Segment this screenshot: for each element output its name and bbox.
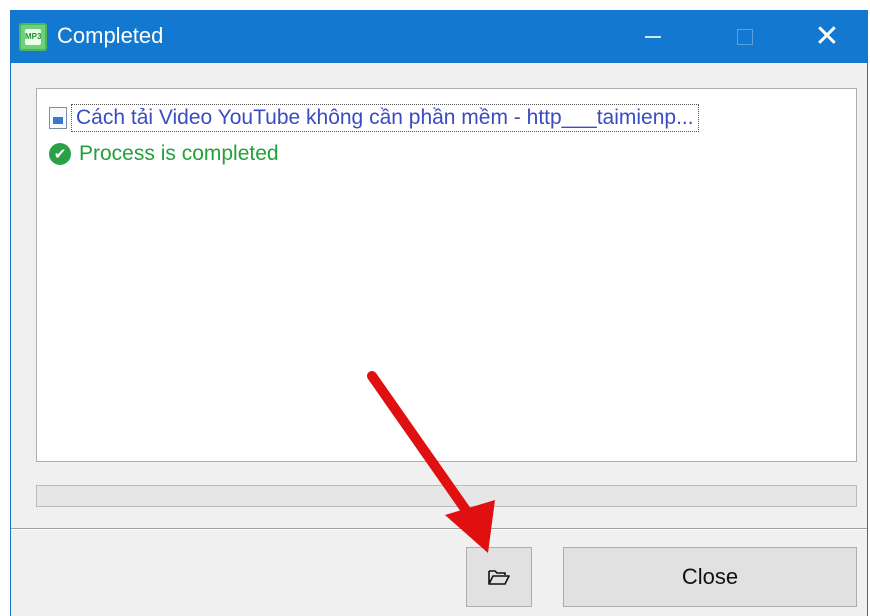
file-icon — [49, 107, 67, 129]
divider — [11, 528, 867, 530]
minimize-icon — [645, 35, 661, 38]
file-name-label: Cách tải Video YouTube không cần phần mề… — [71, 104, 699, 132]
title-bar[interactable]: MP3 Completed ✕ — [11, 10, 867, 63]
close-icon: ✕ — [814, 18, 840, 54]
maximize-icon — [737, 28, 753, 45]
result-list[interactable]: Cách tải Video YouTube không cần phần mề… — [36, 88, 857, 462]
list-item-status: ✔ Process is completed — [49, 140, 279, 168]
maximize-button — [719, 10, 771, 63]
status-message: Process is completed — [79, 142, 279, 165]
minimize-button[interactable] — [627, 10, 679, 63]
app-icon: MP3 — [19, 23, 47, 51]
open-folder-icon — [488, 570, 510, 585]
window-close-button[interactable]: ✕ — [801, 10, 853, 63]
open-folder-button[interactable] — [466, 547, 532, 607]
progress-bar — [36, 485, 857, 507]
window-title: Completed — [57, 23, 164, 48]
close-button[interactable]: Close — [563, 547, 857, 607]
checkmark-icon: ✔ — [49, 143, 71, 165]
dialog-window: MP3 Completed ✕ Cách tải Video YouTube k… — [10, 10, 868, 616]
list-item-file[interactable]: Cách tải Video YouTube không cần phần mề… — [49, 104, 699, 132]
